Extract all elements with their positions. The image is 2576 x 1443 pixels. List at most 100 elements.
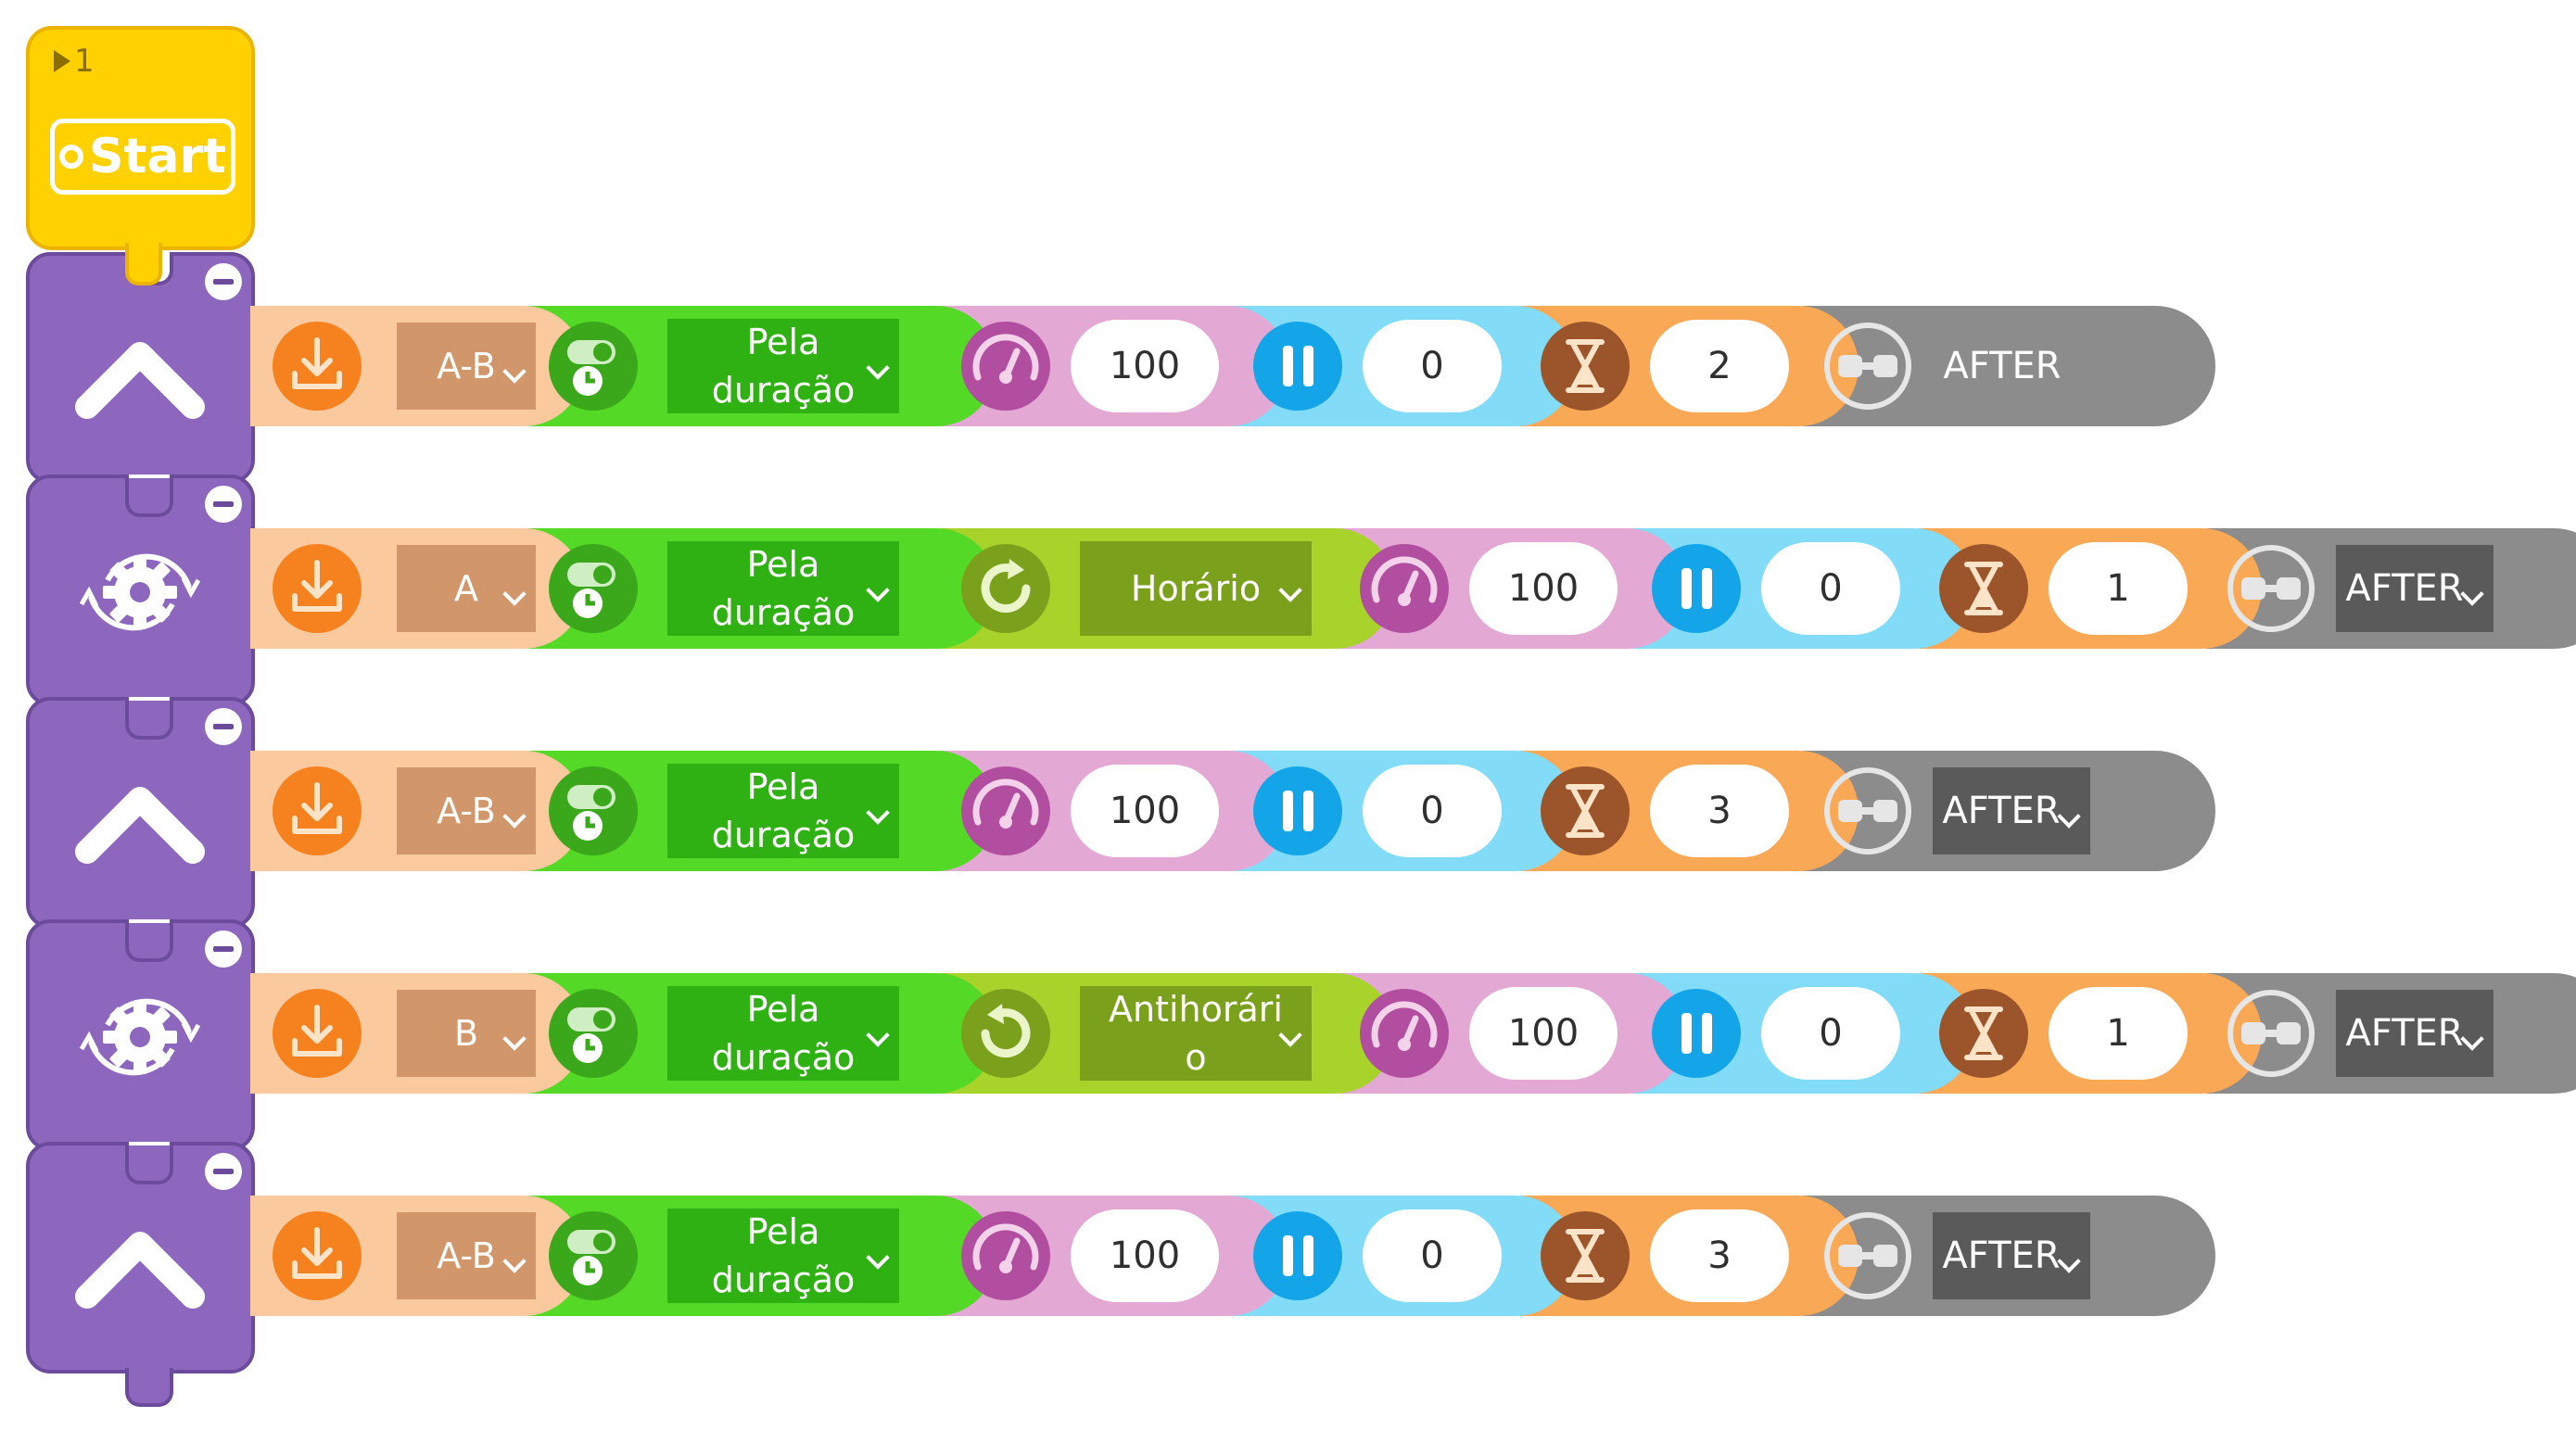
clockwise-icon xyxy=(961,544,1050,633)
chevron-down-icon xyxy=(502,1249,527,1273)
start-index-label: 1 xyxy=(74,43,95,80)
pause-input[interactable]: 0 xyxy=(1363,1209,1502,1302)
mode-label: Pela duração xyxy=(711,544,856,633)
port-label: A-B xyxy=(437,346,496,386)
link-icon xyxy=(1824,323,1911,410)
pause-input[interactable]: 0 xyxy=(1761,542,1900,635)
mode-dropdown[interactable]: Pela duração xyxy=(667,1209,899,1303)
pause-icon-wrap xyxy=(1251,1209,1344,1302)
mode-dropdown[interactable]: Pela duração xyxy=(667,319,899,413)
duration-input[interactable]: 2 xyxy=(1650,320,1789,412)
speed-input[interactable]: 100 xyxy=(1071,1209,1219,1302)
after-dropdown[interactable]: AFTER xyxy=(2336,545,2494,632)
chevron-down-icon xyxy=(502,360,527,384)
hourglass-icon xyxy=(1939,544,2028,633)
download-icon xyxy=(273,1211,362,1300)
port-label: A-B xyxy=(437,791,496,831)
pause-icon xyxy=(1253,766,1342,855)
duration-mode-icon-wrap xyxy=(547,1209,640,1302)
link-icon-wrap xyxy=(2225,542,2317,635)
after-dropdown[interactable]: AFTER xyxy=(1933,767,2090,854)
duration-mode-icon xyxy=(549,544,638,633)
chevron-down-icon xyxy=(2057,1249,2081,1273)
pause-icon xyxy=(1253,322,1342,411)
pause-input[interactable]: 0 xyxy=(1363,765,1502,857)
link-icon-wrap xyxy=(1821,765,1914,857)
chevron-down-icon xyxy=(2057,804,2081,829)
mode-label: Pela duração xyxy=(711,322,856,411)
speed-input[interactable]: 100 xyxy=(1071,765,1219,857)
speedometer-icon-wrap xyxy=(959,1209,1052,1302)
duration-mode-icon-wrap xyxy=(547,987,640,1080)
play-icon xyxy=(54,50,70,72)
pause-icon-wrap xyxy=(1650,542,1743,635)
link-icon xyxy=(1824,767,1911,854)
chevron-down-icon xyxy=(502,804,527,829)
duration-mode-icon xyxy=(549,989,638,1078)
after-label: AFTER xyxy=(2345,567,2464,610)
after-dropdown[interactable]: AFTER xyxy=(1933,323,2072,410)
link-icon xyxy=(2227,545,2315,632)
start-block-connector xyxy=(125,243,162,285)
speed-input[interactable]: 100 xyxy=(1469,542,1618,635)
chevron-down-icon xyxy=(502,1027,527,1051)
pause-input[interactable]: 0 xyxy=(1363,320,1502,412)
after-dropdown[interactable]: AFTER xyxy=(2336,990,2494,1077)
duration-mode-icon xyxy=(549,322,638,411)
download-icon xyxy=(273,989,362,1078)
download-icon-wrap xyxy=(271,1209,363,1302)
duration-input[interactable]: 3 xyxy=(1650,765,1789,857)
pause-icon-wrap xyxy=(1251,765,1344,857)
speed-input[interactable]: 100 xyxy=(1071,320,1219,412)
link-icon-wrap xyxy=(2225,987,2317,1080)
rotate-gear-icon xyxy=(79,998,201,1076)
after-label: AFTER xyxy=(2345,1012,2464,1055)
speedometer-icon xyxy=(961,1211,1050,1300)
after-dropdown[interactable]: AFTER xyxy=(1933,1212,2090,1299)
duration-input[interactable]: 1 xyxy=(2049,542,2188,635)
duration-mode-icon-wrap xyxy=(547,320,640,412)
remove-block-icon[interactable] xyxy=(205,263,242,300)
speed-input[interactable]: 100 xyxy=(1469,987,1618,1080)
direction-dropdown[interactable]: Horário xyxy=(1080,541,1312,636)
mode-dropdown[interactable]: Pela duração xyxy=(667,541,899,636)
duration-input[interactable]: 1 xyxy=(2049,987,2188,1080)
direction-dropdown[interactable]: Antihorário xyxy=(1080,986,1312,1081)
download-icon-wrap xyxy=(271,542,363,635)
remove-block-icon[interactable] xyxy=(205,1153,242,1190)
mode-label: Pela duração xyxy=(711,1211,856,1300)
download-icon-wrap xyxy=(271,765,363,857)
duration-mode-icon xyxy=(549,1211,638,1300)
block-connector xyxy=(125,478,173,517)
pause-icon-wrap xyxy=(1650,987,1743,1080)
chevron-down-icon xyxy=(866,578,890,602)
remove-block-icon[interactable] xyxy=(205,708,242,745)
port-dropdown[interactable]: A-B xyxy=(397,767,536,854)
link-icon-wrap xyxy=(1821,1209,1914,1302)
motor-block-move[interactable] xyxy=(26,252,255,517)
start-index: 1 xyxy=(54,43,95,80)
port-dropdown[interactable]: A xyxy=(397,545,536,632)
up-arrow-icon xyxy=(75,342,205,419)
hourglass-icon xyxy=(1541,322,1630,411)
pause-icon xyxy=(1652,544,1741,633)
mode-dropdown[interactable]: Pela duração xyxy=(667,764,899,858)
hourglass-icon-wrap xyxy=(1539,320,1631,412)
mode-label: Pela duração xyxy=(711,989,856,1078)
duration-mode-icon-wrap xyxy=(547,765,640,857)
chevron-down-icon xyxy=(502,582,527,606)
hourglass-icon-wrap xyxy=(1937,987,2030,1080)
hourglass-icon-wrap xyxy=(1937,542,2030,635)
start-button[interactable]: Start xyxy=(50,119,235,195)
hourglass-icon-wrap xyxy=(1539,1209,1631,1302)
remove-block-icon[interactable] xyxy=(205,486,242,523)
port-dropdown[interactable]: A-B xyxy=(397,1212,536,1299)
mode-dropdown[interactable]: Pela duração xyxy=(667,986,899,1081)
pause-input[interactable]: 0 xyxy=(1761,987,1900,1080)
port-dropdown[interactable]: A-B xyxy=(397,323,536,410)
duration-input[interactable]: 3 xyxy=(1650,1209,1789,1302)
port-dropdown[interactable]: B xyxy=(397,990,536,1077)
remove-block-icon[interactable] xyxy=(205,930,242,968)
direction-label: Antihorário xyxy=(1109,989,1283,1078)
hourglass-icon-wrap xyxy=(1539,765,1631,857)
